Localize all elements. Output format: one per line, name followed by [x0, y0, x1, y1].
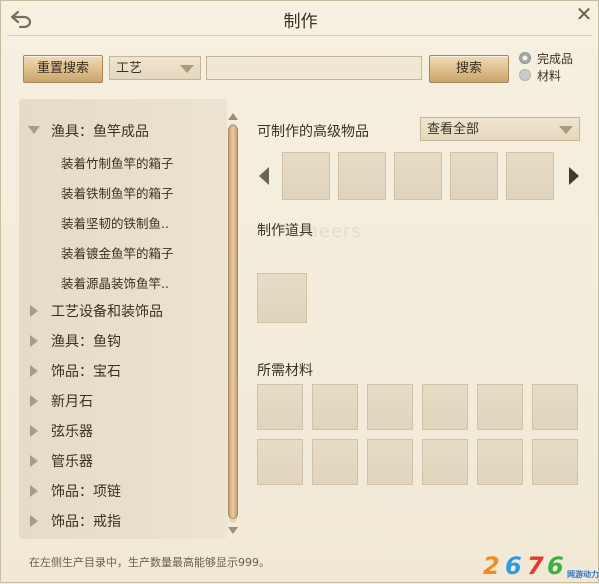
tree-recipe-item[interactable]: 装着竹制鱼竿的箱子 [19, 150, 225, 172]
logo-digit: 6 [547, 552, 564, 580]
material-slot[interactable] [257, 384, 303, 430]
radio-finished-label: 完成品 [537, 52, 574, 66]
collapsed-triangle-icon [30, 425, 38, 437]
material-slot[interactable] [422, 439, 468, 485]
scroll-down-icon[interactable] [228, 527, 238, 534]
site-logo: 2 6 7 6 网游动力 [479, 546, 599, 584]
tree-category-label: 饰品：戒指 [51, 514, 121, 530]
tree-category-label: 新月石 [51, 394, 93, 410]
tree-category[interactable]: 弦乐器 [19, 419, 225, 443]
tree-category[interactable]: 新月石 [19, 389, 225, 413]
scroll-thumb[interactable] [228, 125, 238, 519]
tree-category[interactable]: 饰品：项链 [19, 479, 225, 503]
tree-scrollbar[interactable] [227, 113, 239, 534]
tree-recipe-label: 装着镀金鱼竿的箱子 [61, 246, 174, 261]
logo-caption: 网游动力 [567, 570, 599, 579]
material-slot[interactable] [312, 439, 358, 485]
close-icon: ✕ [575, 2, 593, 26]
collapsed-triangle-icon [30, 515, 38, 527]
chevron-down-icon [180, 65, 194, 73]
advanced-item-slot[interactable] [282, 152, 330, 200]
tree-category[interactable]: 工艺设备和装饰品 [19, 299, 225, 323]
search-button[interactable]: 搜索 [429, 55, 509, 83]
tree-recipe-label: 装着源晶装饰鱼竿.. [61, 276, 169, 291]
title-divider [7, 35, 592, 36]
material-slot[interactable] [367, 439, 413, 485]
collapsed-triangle-icon [30, 395, 38, 407]
material-slot[interactable] [477, 384, 523, 430]
tree-category-label: 渔具：鱼钩 [51, 334, 121, 350]
chevron-down-icon [559, 126, 573, 134]
material-slot[interactable] [422, 384, 468, 430]
recipe-tree: 渔具：鱼竿成品 装着竹制鱼竿的箱子 装着铁制鱼竿的箱子 装着坚韧的铁制鱼.. 装… [19, 99, 227, 539]
tree-recipe-item[interactable]: 装着铁制鱼竿的箱子 [19, 180, 225, 202]
background-watermark: Pioneers [277, 221, 362, 242]
collapsed-triangle-icon [30, 335, 38, 347]
material-slot[interactable] [532, 439, 578, 485]
title-bar: 制作 ✕ [1, 1, 599, 35]
view-filter-value: 查看全部 [427, 122, 480, 137]
tree-recipe-label: 装着竹制鱼竿的箱子 [61, 156, 174, 171]
material-slot[interactable] [312, 384, 358, 430]
logo-digit: 6 [505, 552, 522, 580]
close-button[interactable]: ✕ [574, 4, 594, 24]
tree-recipe-label: 装着铁制鱼竿的箱子 [61, 186, 174, 201]
advanced-item-slot[interactable] [394, 152, 442, 200]
tree-category-label: 弦乐器 [51, 424, 93, 440]
view-filter-select[interactable]: 查看全部 [420, 117, 580, 141]
category-select-value: 工艺 [116, 61, 143, 76]
crafting-tool-slot[interactable] [257, 273, 307, 323]
collapsed-triangle-icon [30, 455, 38, 467]
search-input[interactable] [206, 56, 422, 80]
category-select[interactable]: 工艺 [109, 56, 201, 80]
advanced-item-slot[interactable] [450, 152, 498, 200]
material-slot[interactable] [477, 439, 523, 485]
radio-on-icon [519, 52, 531, 64]
tree-category[interactable]: 饰品：宝石 [19, 359, 225, 383]
material-slot[interactable] [532, 384, 578, 430]
prev-page-arrow-icon[interactable] [259, 167, 269, 185]
material-slot[interactable] [367, 384, 413, 430]
radio-off-icon [519, 69, 531, 81]
tree-category-label: 管乐器 [51, 454, 93, 470]
radio-material-label: 材料 [537, 69, 562, 83]
advanced-items-label: 可制作的高级物品 [257, 124, 369, 140]
collapsed-triangle-icon [30, 305, 38, 317]
tree-category-label: 工艺设备和装饰品 [51, 304, 163, 320]
collapsed-triangle-icon [30, 485, 38, 497]
tree-recipe-item[interactable]: 装着镀金鱼竿的箱子 [19, 240, 225, 262]
advanced-item-slot[interactable] [338, 152, 386, 200]
logo-digit: 7 [527, 552, 544, 580]
tree-category-label: 饰品：项链 [51, 484, 121, 500]
footer-note: 在左侧生产目录中，生产数量最高能够显示999。 [29, 556, 270, 569]
window-title: 制作 [283, 12, 318, 32]
collapsed-triangle-icon [30, 365, 38, 377]
tree-category[interactable]: 渔具：鱼钩 [19, 329, 225, 353]
tree-recipe-item[interactable]: 装着坚韧的铁制鱼.. [19, 210, 225, 232]
expanded-triangle-icon [28, 126, 40, 134]
tree-recipe-item[interactable]: 装着源晶装饰鱼竿.. [19, 270, 225, 292]
tree-category-label: 饰品：宝石 [51, 364, 121, 380]
advanced-item-slot[interactable] [506, 152, 554, 200]
material-slot[interactable] [257, 439, 303, 485]
scroll-up-icon[interactable] [228, 113, 238, 120]
tree-category-label: 渔具：鱼竿成品 [51, 124, 149, 140]
reset-search-button[interactable]: 重置搜索 [23, 55, 103, 83]
logo-digit: 2 [483, 552, 500, 580]
crafting-window: 制作 ✕ 重置搜索 工艺 搜索 完成品 材料 渔具：鱼竿成品 装着竹制鱼竿的箱子… [0, 0, 599, 583]
required-materials-label: 所需材料 [257, 363, 313, 379]
tree-recipe-label: 装着坚韧的铁制鱼.. [61, 216, 169, 231]
tree-category[interactable]: 管乐器 [19, 449, 225, 473]
tree-category-expanded[interactable]: 渔具：鱼竿成品 [19, 119, 225, 143]
tree-category[interactable]: 饰品：戒指 [19, 509, 225, 533]
next-page-arrow-icon[interactable] [569, 167, 579, 185]
